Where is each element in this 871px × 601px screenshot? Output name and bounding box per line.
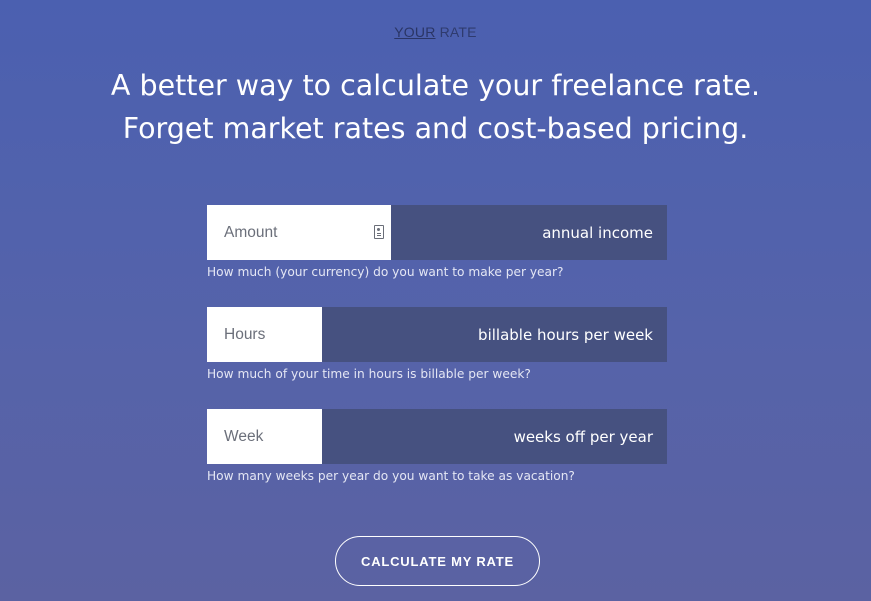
week-help-text: How many weeks per year do you want to t…	[207, 469, 575, 483]
week-field-row: weeks off per year	[207, 409, 667, 464]
amount-help-text: How much (your currency) do you want to …	[207, 265, 564, 279]
brand-logo-rate: RATE	[439, 24, 477, 40]
hours-field-row: billable hours per week	[207, 307, 667, 362]
amount-input-wrapper	[207, 205, 391, 260]
hours-input-wrapper	[207, 307, 322, 362]
calculate-rate-button[interactable]: CALCULATE MY RATE	[335, 536, 540, 586]
annual-income-label: annual income	[391, 205, 667, 260]
amount-field-row: annual income	[207, 205, 667, 260]
hours-input[interactable]	[207, 307, 322, 362]
contact-card-icon[interactable]	[374, 225, 384, 239]
hours-help-text: How much of your time in hours is billab…	[207, 367, 531, 381]
billable-hours-label: billable hours per week	[322, 307, 667, 362]
headline-line-1: A better way to calculate your freelance…	[110, 69, 761, 102]
brand-logo-your: YOUR	[394, 24, 436, 40]
page-headline: A better way to calculate your freelance…	[0, 64, 871, 150]
brand-logo[interactable]: YOUR RATE	[0, 24, 871, 40]
weeks-off-label: weeks off per year	[322, 409, 667, 464]
week-input[interactable]	[207, 409, 322, 464]
amount-input[interactable]	[207, 205, 391, 260]
headline-line-2: Forget market rates and cost-based prici…	[122, 112, 749, 145]
week-input-wrapper	[207, 409, 322, 464]
